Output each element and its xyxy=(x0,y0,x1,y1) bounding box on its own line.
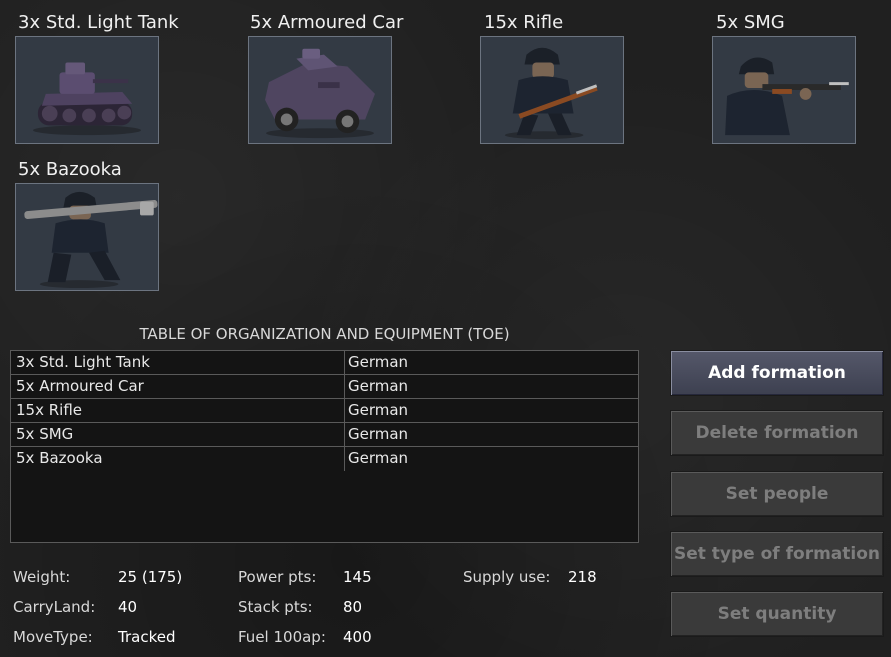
table-row[interactable]: 15x Rifle German xyxy=(11,399,638,423)
unit-portrait-smg[interactable] xyxy=(712,36,856,144)
table-row[interactable]: 5x Armoured Car German xyxy=(11,375,638,399)
power-pts-label: Power pts: xyxy=(238,568,317,586)
delete-formation-button[interactable]: Delete formation xyxy=(670,410,884,456)
fuel-value: 400 xyxy=(343,628,372,646)
table-row[interactable]: 5x Bazooka German xyxy=(11,447,638,471)
set-people-button[interactable]: Set people xyxy=(670,471,884,517)
toe-unit-cell: 3x Std. Light Tank xyxy=(11,351,345,374)
unit-portrait-light-tank[interactable] xyxy=(15,36,159,144)
set-type-of-formation-button[interactable]: Set type of formation xyxy=(670,531,884,577)
toe-nation-cell: German xyxy=(348,425,409,443)
supply-use-label: Supply use: xyxy=(463,568,551,586)
light-tank-icon xyxy=(16,37,158,143)
stack-pts-value: 80 xyxy=(343,598,363,616)
weight-value: 25 (175) xyxy=(118,568,183,586)
unit-portrait-rifle[interactable] xyxy=(480,36,624,144)
movetype-label: MoveType: xyxy=(13,628,93,646)
carryland-value: 40 xyxy=(118,598,138,616)
toe-table: 3x Std. Light Tank German 5x Armoured Ca… xyxy=(10,350,639,543)
toe-nation-cell: German xyxy=(348,377,409,395)
toe-unit-cell: 5x Bazooka xyxy=(11,447,345,471)
toe-nation-cell: German xyxy=(348,401,409,419)
toe-title: TABLE OF ORGANIZATION AND EQUIPMENT (TOE… xyxy=(139,325,510,343)
toe-nation-cell: German xyxy=(348,353,409,371)
toe-nation-cell: German xyxy=(348,449,409,467)
unit-portrait-armoured-car[interactable] xyxy=(248,36,392,144)
stack-pts-label: Stack pts: xyxy=(238,598,313,616)
unit-label-bazooka: 5x Bazooka xyxy=(18,159,122,180)
smg-soldier-icon xyxy=(713,37,855,143)
table-row[interactable]: 5x SMG German xyxy=(11,423,638,447)
set-quantity-button[interactable]: Set quantity xyxy=(670,591,884,637)
unit-label-smg: 5x SMG xyxy=(716,12,785,33)
unit-portrait-bazooka[interactable] xyxy=(15,183,159,291)
add-formation-button[interactable]: Add formation xyxy=(670,350,884,396)
supply-use-value: 218 xyxy=(568,568,597,586)
carryland-label: CarryLand: xyxy=(13,598,96,616)
movetype-value: Tracked xyxy=(118,628,176,646)
rifleman-icon xyxy=(481,37,623,143)
toe-unit-cell: 5x SMG xyxy=(11,423,345,446)
unit-label-armoured-car: 5x Armoured Car xyxy=(250,12,404,33)
unit-label-light-tank: 3x Std. Light Tank xyxy=(18,12,179,33)
toe-unit-cell: 15x Rifle xyxy=(11,399,345,422)
weight-label: Weight: xyxy=(13,568,71,586)
fuel-label: Fuel 100ap: xyxy=(238,628,326,646)
unit-label-rifle: 15x Rifle xyxy=(484,12,564,33)
table-row[interactable]: 3x Std. Light Tank German xyxy=(11,351,638,375)
armoured-car-icon xyxy=(249,37,391,143)
toe-unit-cell: 5x Armoured Car xyxy=(11,375,345,398)
power-pts-value: 145 xyxy=(343,568,372,586)
bazooka-soldier-icon xyxy=(16,184,158,290)
